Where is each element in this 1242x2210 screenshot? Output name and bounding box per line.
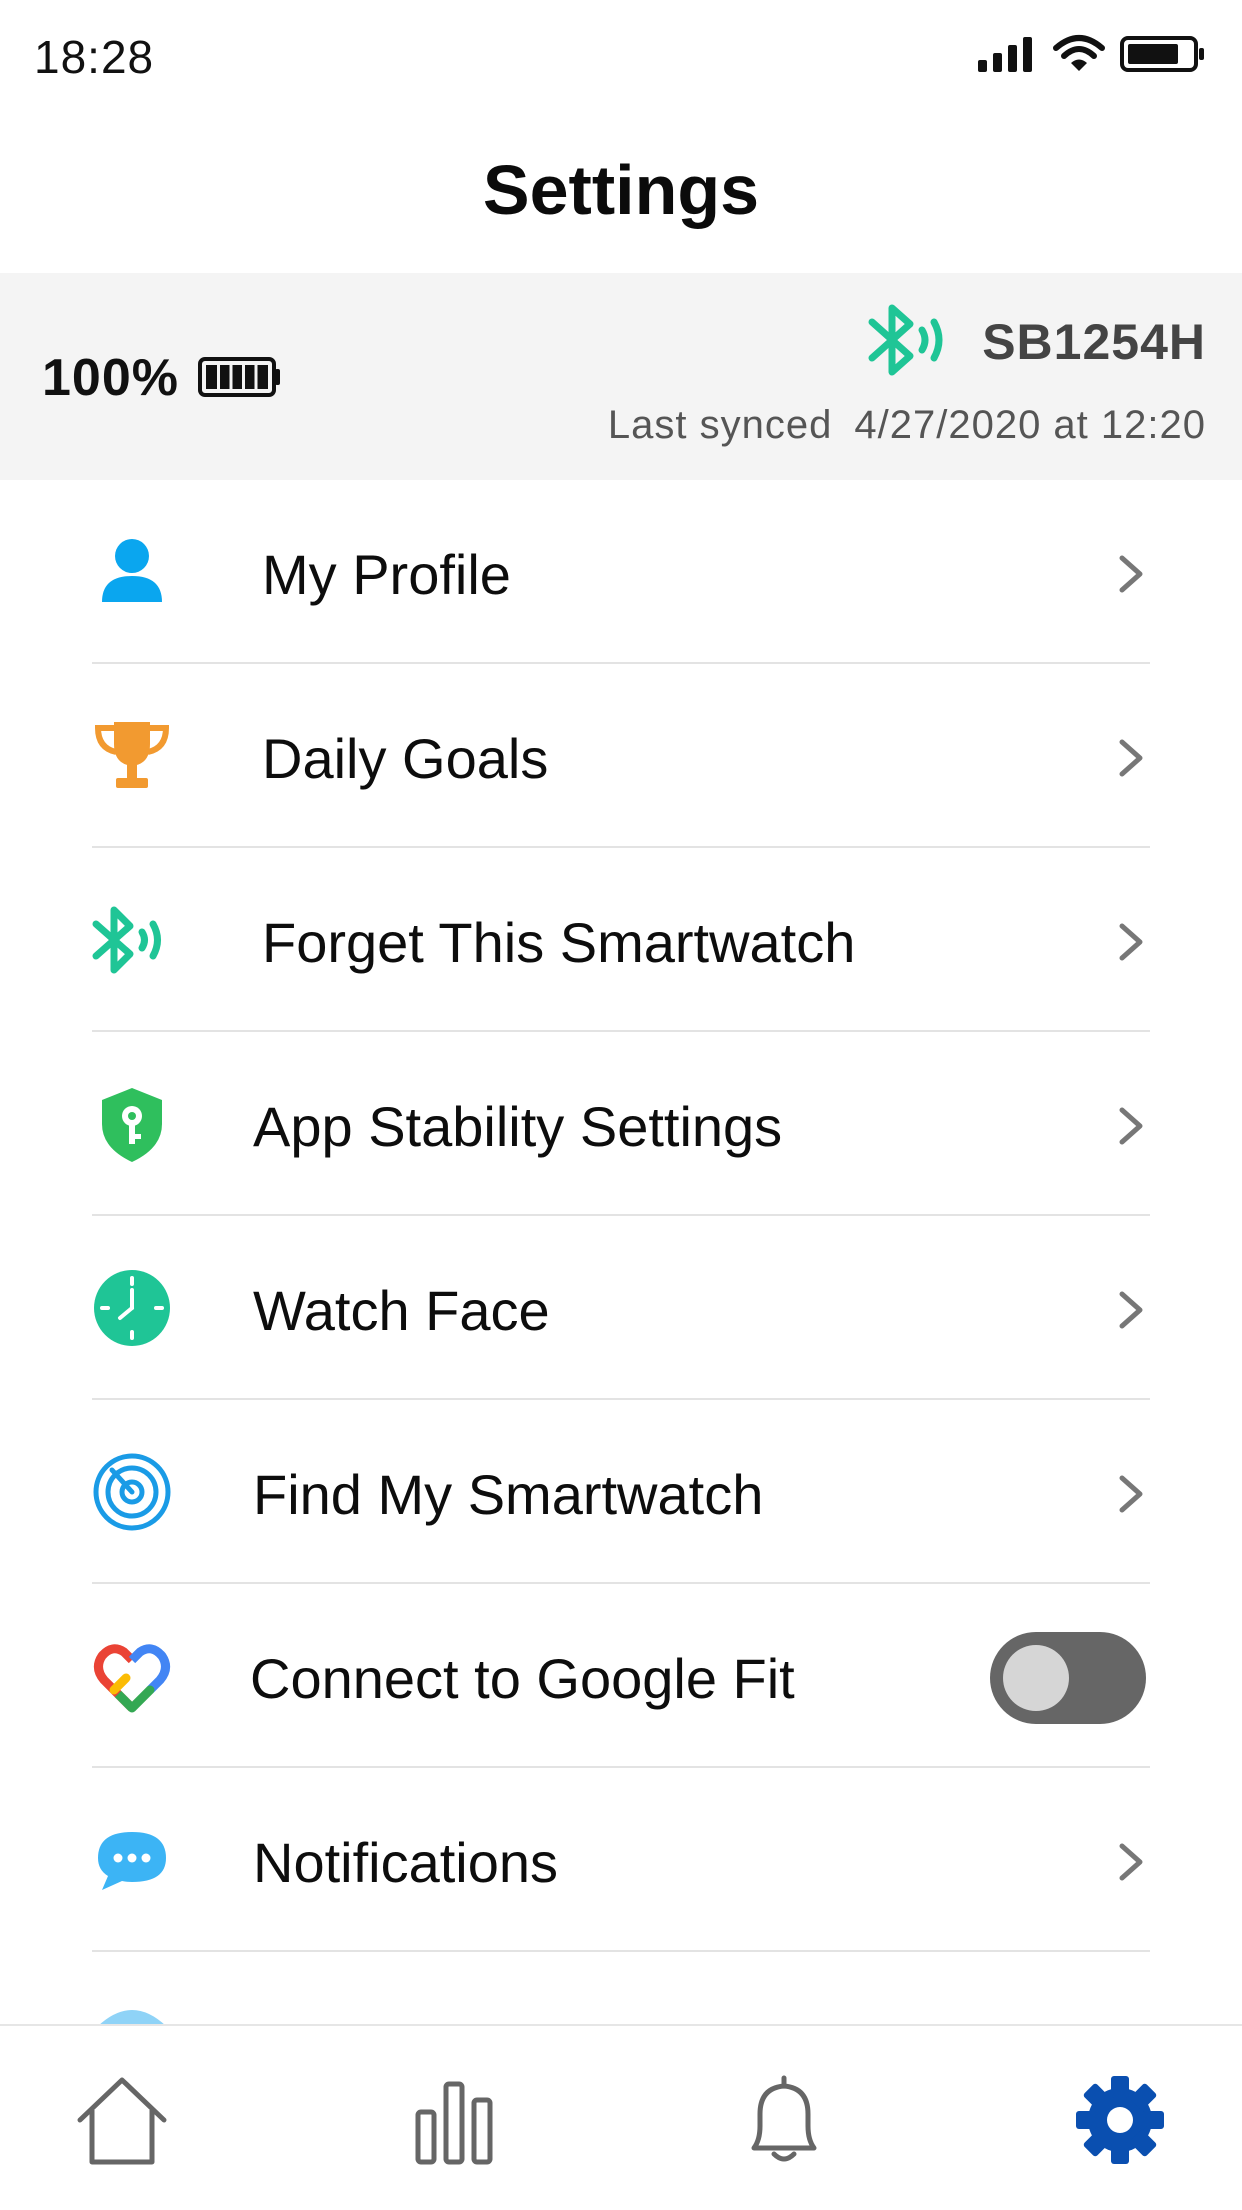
shield-key-icon	[102, 1088, 162, 1162]
menu-item-notifications[interactable]: Notifications	[0, 1768, 1242, 1952]
menu-item-forget-smartwatch[interactable]: Forget This Smartwatch	[0, 848, 1242, 1032]
menu-item-label: Connect to Google Fit	[250, 1647, 795, 1710]
menu-item-label: Daily Goals	[262, 727, 549, 790]
last-synced-label: Last synced	[607, 403, 833, 447]
status-bar: 18:28	[0, 0, 1242, 115]
chevron-right-icon	[1119, 555, 1143, 593]
chevron-right-icon	[1119, 923, 1143, 961]
divider	[92, 1950, 1150, 1952]
menu-item-watch-face[interactable]: Watch Face	[0, 1216, 1242, 1400]
menu-item-label: Watch Face	[253, 1279, 550, 1342]
device-name: SB1254H	[982, 314, 1206, 370]
chevron-right-icon	[1119, 739, 1143, 777]
bluetooth-connected-icon	[868, 304, 943, 376]
bar-chart-icon[interactable]	[404, 2070, 504, 2170]
tab-bar	[0, 2024, 1242, 2210]
google-fit-toggle[interactable]	[990, 1632, 1146, 1724]
google-fit-icon	[94, 1644, 170, 1713]
menu-item-find-smartwatch[interactable]: Find My Smartwatch	[0, 1400, 1242, 1584]
bell-icon[interactable]	[734, 2070, 834, 2170]
trophy-icon	[94, 722, 170, 788]
status-icons	[978, 34, 1206, 74]
status-time: 18:28	[34, 31, 155, 83]
last-synced: Last synced 4/27/2020 at 12:20	[608, 403, 1206, 448]
person-icon	[102, 539, 162, 602]
device-battery-fill	[206, 365, 268, 389]
menu-item-label: App Stability Settings	[253, 1095, 783, 1158]
battery-status-icon	[1120, 36, 1204, 72]
menu-item-label: Find My Smartwatch	[253, 1463, 764, 1526]
menu-item-label: Forget This Smartwatch	[262, 911, 856, 974]
bluetooth-icon	[92, 906, 161, 974]
chevron-right-icon	[1119, 1291, 1143, 1329]
signal-icon	[978, 37, 1032, 72]
menu-item-daily-goals[interactable]: Daily Goals	[0, 664, 1242, 848]
chevron-right-icon	[1119, 1843, 1143, 1881]
chevron-right-icon	[1119, 1475, 1143, 1513]
device-battery-percent: 100%	[42, 349, 179, 407]
clock-icon	[94, 1270, 170, 1346]
wifi-icon	[1053, 35, 1105, 71]
page-title: Settings	[482, 151, 760, 229]
chat-bubble-icon	[98, 1832, 166, 1890]
device-battery-icon	[198, 357, 280, 397]
last-synced-value: 4/27/2020 at 12:20	[854, 403, 1206, 447]
menu-item-my-profile[interactable]: My Profile	[0, 480, 1242, 664]
home-icon[interactable]	[72, 2070, 172, 2170]
gear-icon[interactable]	[1070, 2070, 1170, 2170]
chevron-right-icon	[1119, 1107, 1143, 1145]
menu-item-app-stability-settings[interactable]: App Stability Settings	[0, 1032, 1242, 1216]
menu-item-label: Notifications	[253, 1831, 559, 1894]
device-panel: 100% SB1254H Last synced 4/27/2020 at 12:…	[0, 273, 1242, 480]
radar-icon	[93, 1453, 171, 1531]
partial-next-item-icon	[98, 2010, 166, 2026]
menu-item-label: My Profile	[262, 543, 511, 606]
